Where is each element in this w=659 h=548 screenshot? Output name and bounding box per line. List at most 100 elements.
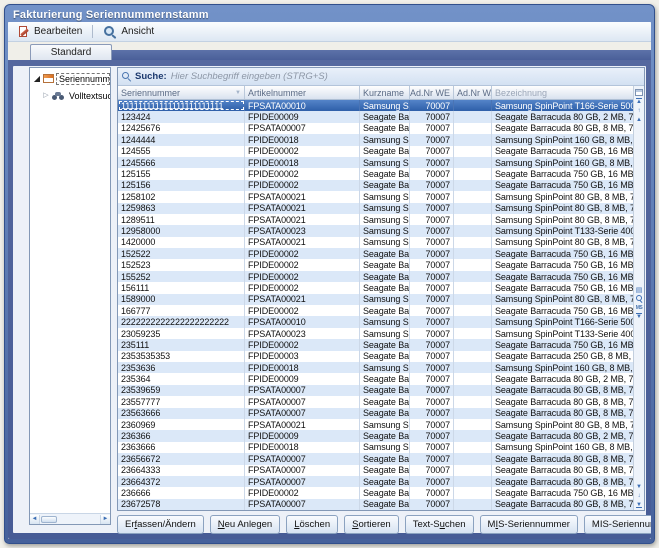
cell-adnr_we: 70007 xyxy=(410,351,454,362)
table-row[interactable]: 23664372FPSATA00007Seagate Ba70007Seagat… xyxy=(118,476,633,487)
table-row[interactable]: 1259863FPSATA00021Samsung Sp70007Samsung… xyxy=(118,203,633,214)
cell-adnr_we: 70007 xyxy=(410,168,454,179)
table-row[interactable]: 1245566FPIDE00018Samsung Sp70007Samsung … xyxy=(118,157,633,168)
scroll-prev-icon[interactable]: ▲ xyxy=(634,116,644,125)
column-header-kurzname[interactable]: Kurzname xyxy=(360,86,410,99)
cell-bezeichnung: Seagate Barracuda 750 GB, 16 MB, 7200 xyxy=(492,305,633,316)
grid-panel: Suche: Seriennummer ▼ Artikelnum xyxy=(117,67,645,511)
mis-icon[interactable]: MS xyxy=(634,304,644,313)
table-row[interactable]: 2222222222222222222222FPSATA00010Samsung… xyxy=(118,316,633,327)
table-row[interactable]: 125156FPIDE00002Seagate Ba70007Seagate B… xyxy=(118,180,633,191)
cell-bezeichnung: Samsung SpinPoint 80 GB, 8 MB, 7200, S- xyxy=(492,214,633,225)
table-row[interactable]: 123424FPIDE00009Seagate Ba70007Seagate B… xyxy=(118,111,633,122)
cell-seriennummer: 23664372 xyxy=(118,476,245,487)
table-row[interactable]: 12425676FPSATA00007Seagate Ba70007Seagat… xyxy=(118,123,633,134)
scrollbar-thumb[interactable] xyxy=(41,516,57,523)
table-row[interactable]: 1289511FPSATA00021Samsung Sp70007Samsung… xyxy=(118,214,633,225)
column-chooser-icon[interactable] xyxy=(635,89,643,96)
table-row[interactable]: 23664333FPSATA00007Seagate Ba70007Seagat… xyxy=(118,465,633,476)
table-row[interactable]: 23656672FPSATA00007Seagate Ba70007Seagat… xyxy=(118,453,633,464)
scroll-last-icon[interactable]: ▼ xyxy=(634,501,644,510)
card-view-icon[interactable]: ▤ xyxy=(634,286,644,295)
mis-seriennummer-button[interactable]: MIS-Seriennummer xyxy=(480,515,578,534)
loeschen-button[interactable]: Löschen xyxy=(286,515,338,534)
button-label: assen/Ändern xyxy=(137,519,196,530)
tree-collapsed-icon[interactable]: ▷ xyxy=(42,92,50,100)
scroll-right-arrow-icon[interactable]: ► xyxy=(100,515,110,524)
table-row[interactable]: 1589000FPSATA00021Samsung Sp70007Samsung… xyxy=(118,294,633,305)
scroll-first-icon[interactable]: ▲ xyxy=(634,98,644,107)
form-icon xyxy=(43,74,54,83)
erfassen-aendern-button[interactable]: Erfassen/Ändern xyxy=(117,515,204,534)
cell-seriennummer: 1420000 xyxy=(118,237,245,248)
menu-ansicht[interactable]: Ansicht xyxy=(97,23,160,40)
table-row[interactable]: 23539659FPSATA00007Seagate Ba70007Seagat… xyxy=(118,385,633,396)
cell-adnr_wa xyxy=(454,351,492,362)
table-row[interactable]: 152523FPIDE00002Seagate Ba70007Seagate B… xyxy=(118,259,633,270)
table-row[interactable]: 1258102FPSATA00021Samsung Sp70007Samsung… xyxy=(118,191,633,202)
table-row[interactable]: 1244444FPIDE00018Samsung Sp70007Samsung … xyxy=(118,134,633,145)
mis-seriennummernbewegungen-button[interactable]: MIS-Seriennummernbewegungen xyxy=(584,515,651,534)
cell-kurzname: Samsung Sp xyxy=(360,214,410,225)
table-row[interactable]: 152522FPIDE00002Seagate Ba70007Seagate B… xyxy=(118,248,633,259)
table-row[interactable]: 166777FPIDE00002Seagate Ba70007Seagate B… xyxy=(118,305,633,316)
scroll-up-icon[interactable]: ↑ xyxy=(634,107,644,116)
grid-main: Seriennummer ▼ Artikelnummer Kurzname xyxy=(118,86,644,510)
table-row[interactable]: 23059235FPSATA00023Samsung Sp70007Samsun… xyxy=(118,328,633,339)
grid-search-icon[interactable] xyxy=(634,295,644,304)
scroll-next-icon[interactable]: ↓ xyxy=(634,492,644,501)
scroll-down-icon[interactable]: ▼ xyxy=(634,483,644,492)
table-row[interactable]: 23672578FPSATA00007Seagate Ba70007Seagat… xyxy=(118,499,633,510)
tab-standard[interactable]: Standard xyxy=(30,44,112,60)
column-header-adnr-wa[interactable]: Ad.Nr WA xyxy=(454,86,492,99)
cell-adnr_we: 70007 xyxy=(410,180,454,191)
table-row[interactable]: 2353535353FPIDE00003Seagate Ba70007Seaga… xyxy=(118,351,633,362)
column-label: Bezeichnung xyxy=(495,88,547,98)
cell-adnr_we: 70007 xyxy=(410,157,454,168)
text-suchen-button[interactable]: Text-Suchen xyxy=(405,515,474,534)
cell-adnr_we: 70007 xyxy=(410,203,454,214)
table-row[interactable]: 1420000FPSATA00021Samsung Sp70007Samsung… xyxy=(118,237,633,248)
cell-adnr_we: 70007 xyxy=(410,282,454,293)
table-row[interactable]: 2363666FPIDE00018Samsung Sp70007Samsung … xyxy=(118,442,633,453)
cell-artikelnummer: FPIDE00018 xyxy=(245,442,360,453)
search-input[interactable] xyxy=(171,68,644,85)
cell-artikelnummer: FPSATA00007 xyxy=(245,499,360,510)
cell-bezeichnung: Seagate Barracuda 80 GB, 8 MB, 7200, NC xyxy=(492,396,633,407)
cell-seriennummer: 23664333 xyxy=(118,465,245,476)
cell-adnr_we: 70007 xyxy=(410,111,454,122)
column-header-adnr-we[interactable]: Ad.Nr WE xyxy=(410,86,454,99)
sortieren-button[interactable]: Sortieren xyxy=(344,515,399,534)
table-row[interactable]: 124555FPIDE00002Seagate Ba70007Seagate B… xyxy=(118,146,633,157)
table-row[interactable]: 235364FPIDE00009Seagate Ba70007Seagate B… xyxy=(118,373,633,384)
tree-hscrollbar[interactable]: ◄ ► xyxy=(30,513,110,524)
button-label: ortieren xyxy=(358,519,390,530)
table-row[interactable]: 23557777FPSATA00007Seagate Ba70007Seagat… xyxy=(118,396,633,407)
button-label: eu Anlegen xyxy=(225,519,273,530)
table-row[interactable]: 235111FPIDE00002Seagate Ba70007Seagate B… xyxy=(118,339,633,350)
table-row[interactable]: 156111FPIDE00002Seagate Ba70007Seagate B… xyxy=(118,282,633,293)
cell-kurzname: Seagate Ba xyxy=(360,282,410,293)
tree-expanded-icon[interactable]: ◢ xyxy=(33,75,41,83)
column-header-bezeichnung[interactable]: Bezeichnung xyxy=(492,86,633,99)
table-row[interactable]: 12958000FPSATA00023Samsung Sp70007Samsun… xyxy=(118,225,633,236)
table-row[interactable]: 236366FPIDE00009Seagate Ba70007Seagate B… xyxy=(118,430,633,441)
table-row[interactable]: 2360969FPSATA00021Samsung Sp70007Samsung… xyxy=(118,419,633,430)
cell-adnr_we: 70007 xyxy=(410,430,454,441)
neu-anlegen-button[interactable]: Neu Anlegen xyxy=(210,515,280,534)
filter-icon[interactable]: ▼ xyxy=(634,313,644,322)
table-row[interactable]: 125155FPIDE00002Seagate Ba70007Seagate B… xyxy=(118,168,633,179)
cell-seriennummer: 123424 xyxy=(118,111,245,122)
column-header-seriennummer[interactable]: Seriennummer ▼ xyxy=(118,86,245,99)
table-row[interactable]: 236666FPIDE00002Seagate Ba70007Seagate B… xyxy=(118,487,633,498)
table-row[interactable]: 111111111111111111111111FPSATA00010Samsu… xyxy=(118,100,633,111)
tree-item-seriennummernauswahl[interactable]: ◢ Seriennummernauswahl xyxy=(30,72,110,85)
column-header-artikelnummer[interactable]: Artikelnummer xyxy=(245,86,360,99)
table-row[interactable]: 155252FPIDE00002Seagate Ba70007Seagate B… xyxy=(118,271,633,282)
table-row[interactable]: 2353636FPIDE00018Samsung Sp70007Samsung … xyxy=(118,362,633,373)
cell-artikelnummer: FPSATA00007 xyxy=(245,396,360,407)
scroll-left-arrow-icon[interactable]: ◄ xyxy=(30,515,40,524)
table-row[interactable]: 23563666FPSATA00007Seagate Ba70007Seagat… xyxy=(118,408,633,419)
menu-bearbeiten[interactable]: Bearbeiten xyxy=(12,24,88,40)
tree-item-volltextsuche[interactable]: ▷ Volltextsuche xyxy=(30,89,110,102)
